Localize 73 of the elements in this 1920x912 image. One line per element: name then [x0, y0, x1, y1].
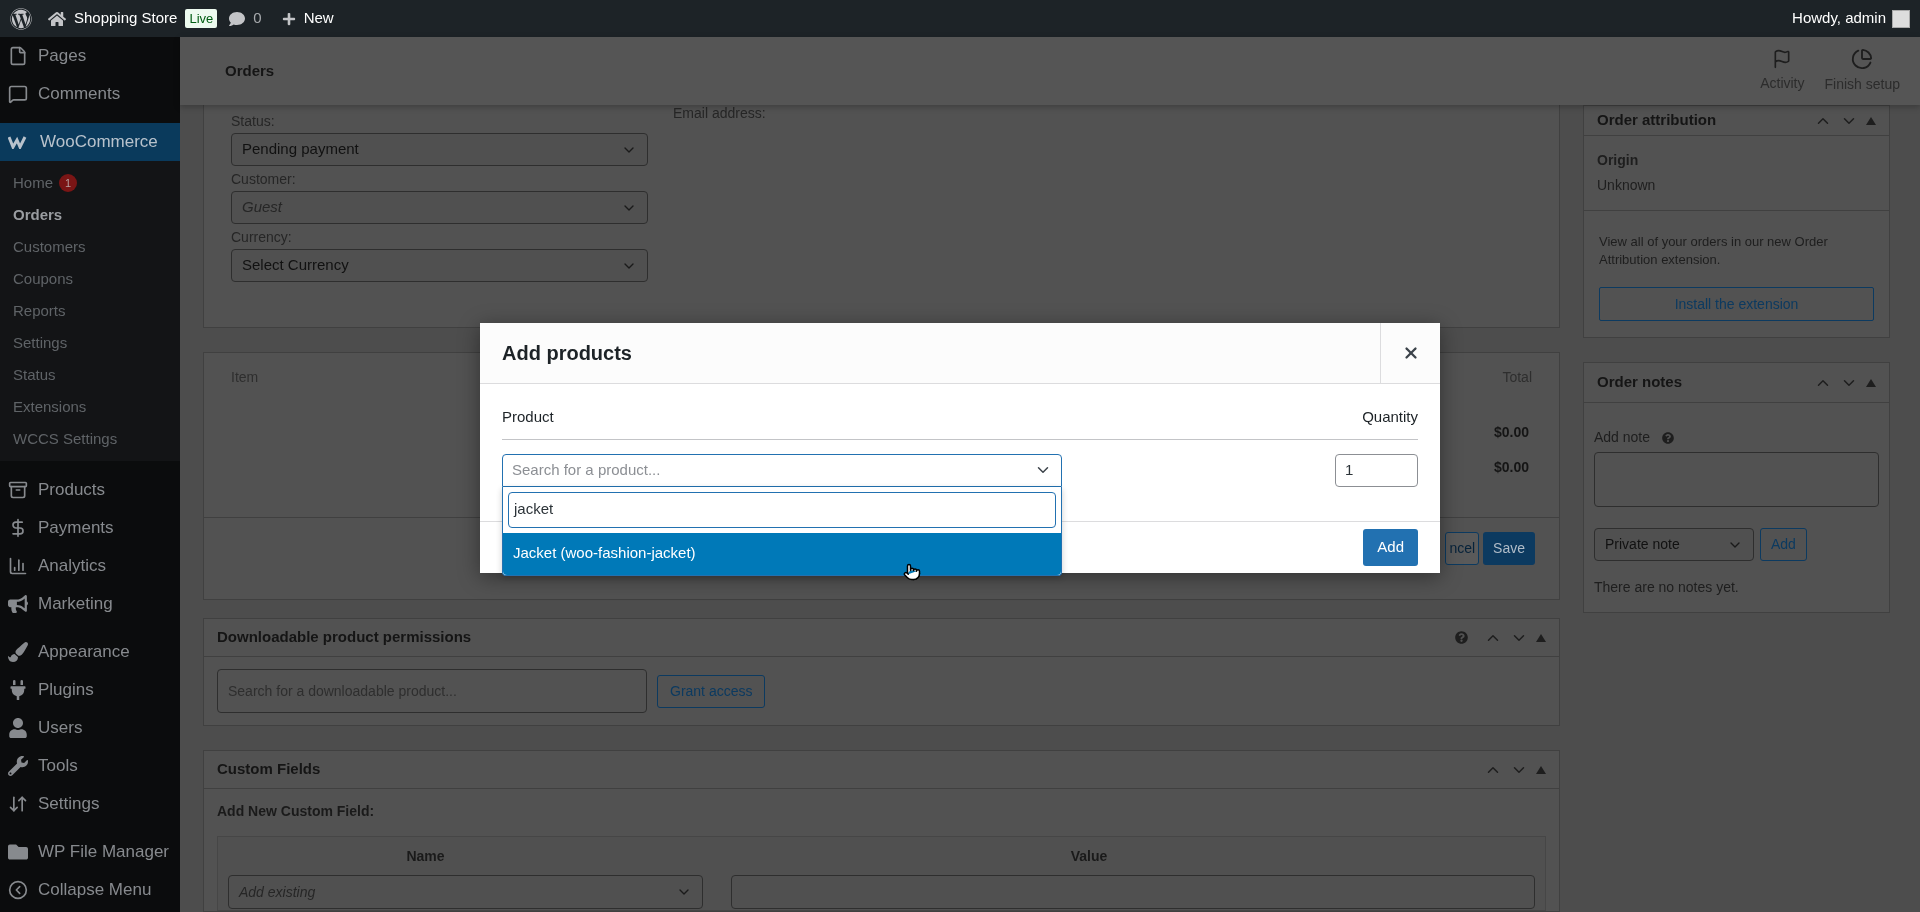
sidebar-item[interactable]: Products: [0, 471, 180, 509]
brush-icon: [8, 642, 28, 662]
collapse-triangle-icon[interactable]: [1866, 378, 1876, 387]
comment-icon: [8, 84, 28, 104]
submenu-item[interactable]: Home 1: [0, 167, 180, 199]
sidebar-item[interactable]: Settings: [0, 785, 180, 823]
megaphone-icon: [8, 594, 28, 614]
bar-chart-icon: [8, 556, 28, 576]
collapse-triangle-icon[interactable]: [1536, 765, 1546, 774]
submenu-item[interactable]: Orders: [0, 199, 180, 231]
folder-icon: [8, 842, 28, 862]
home-icon: [48, 9, 66, 28]
column-header: Quantity: [1362, 407, 1418, 427]
submenu-item[interactable]: Extensions: [0, 391, 180, 423]
plus-icon: [281, 11, 296, 26]
submenu-item[interactable]: Customers: [0, 231, 180, 263]
panel-title: Custom Fields: [217, 759, 321, 780]
live-badge: Live: [185, 8, 218, 29]
archive-icon: [8, 480, 28, 500]
sidebar-item[interactable]: Collapse Menu: [0, 871, 180, 909]
collapse-triangle-icon[interactable]: [1536, 633, 1546, 642]
add-button[interactable]: Add: [1363, 528, 1418, 566]
new-link[interactable]: New: [303, 7, 334, 30]
panel-title: Order attribution: [1597, 110, 1717, 131]
panel-title: Downloadable product permissions: [217, 627, 472, 648]
page-title: Orders: [225, 60, 275, 81]
product-search-input[interactable]: jacket: [508, 491, 1056, 528]
panel-title: Order notes: [1597, 372, 1683, 393]
sidebar-item[interactable]: Pages: [0, 37, 180, 75]
page-icon: [8, 46, 28, 66]
sidebar-item[interactable]: Tools: [0, 747, 180, 785]
collapse-triangle-icon[interactable]: [1866, 116, 1876, 125]
submenu-item[interactable]: WCCS Settings: [0, 423, 180, 455]
wordpress-logo-icon[interactable]: [10, 7, 32, 30]
sidebar-item[interactable]: WP File Manager: [0, 833, 180, 871]
sidebar-item[interactable]: Comments: [0, 75, 180, 113]
count-badge: 1: [59, 174, 77, 192]
plug-icon: [8, 680, 28, 700]
help-icon: [1455, 631, 1468, 644]
total-amount: $0.00: [1493, 458, 1529, 477]
sidebar-item[interactable]: Payments: [0, 509, 180, 547]
flag-icon: [1772, 48, 1793, 69]
column-header: Product: [502, 407, 554, 427]
progress-circle-icon: [1851, 47, 1874, 70]
note-textarea[interactable]: [1594, 452, 1879, 507]
submenu-item[interactable]: Reports: [0, 295, 180, 327]
dropdown-option[interactable]: Jacket (woo-fashion-jacket): [503, 532, 1061, 575]
total-amount: $0.00: [1493, 423, 1529, 442]
sidebar-item[interactable]: Plugins: [0, 671, 180, 709]
wrench-icon: [8, 756, 28, 776]
sidebar-item[interactable]: WooCommerce: [0, 123, 180, 161]
avatar-icon: [1892, 9, 1910, 28]
comment-icon[interactable]: [229, 10, 246, 27]
site-name-link[interactable]: Shopping Store: [74, 7, 178, 30]
sidebar-item[interactable]: Users: [0, 709, 180, 747]
sort-icon: [8, 794, 28, 814]
submenu-item[interactable]: Coupons: [0, 263, 180, 295]
collapse-icon: [8, 880, 28, 900]
action-button[interactable]: Save: [1483, 532, 1535, 565]
product-search-select[interactable]: Search for a product...: [502, 453, 1062, 487]
dialog-title: Add products: [501, 341, 633, 366]
help-icon: [1662, 431, 1675, 444]
submenu-item[interactable]: Status: [0, 359, 180, 391]
greeting-link[interactable]: Howdy, admin: [1792, 7, 1886, 30]
sidebar-item[interactable]: Analytics: [0, 547, 180, 585]
user-icon: [8, 718, 28, 738]
section-subtitle: Add New Custom Field:: [216, 802, 376, 821]
sidebar-item[interactable]: Appearance: [0, 633, 180, 671]
sidebar-item[interactable]: Marketing: [0, 585, 180, 623]
submenu-item[interactable]: Settings: [0, 327, 180, 359]
comment-count: 0: [253, 8, 262, 29]
custom-field-value-input[interactable]: [731, 875, 1535, 909]
quantity-input[interactable]: 1: [1335, 453, 1418, 487]
